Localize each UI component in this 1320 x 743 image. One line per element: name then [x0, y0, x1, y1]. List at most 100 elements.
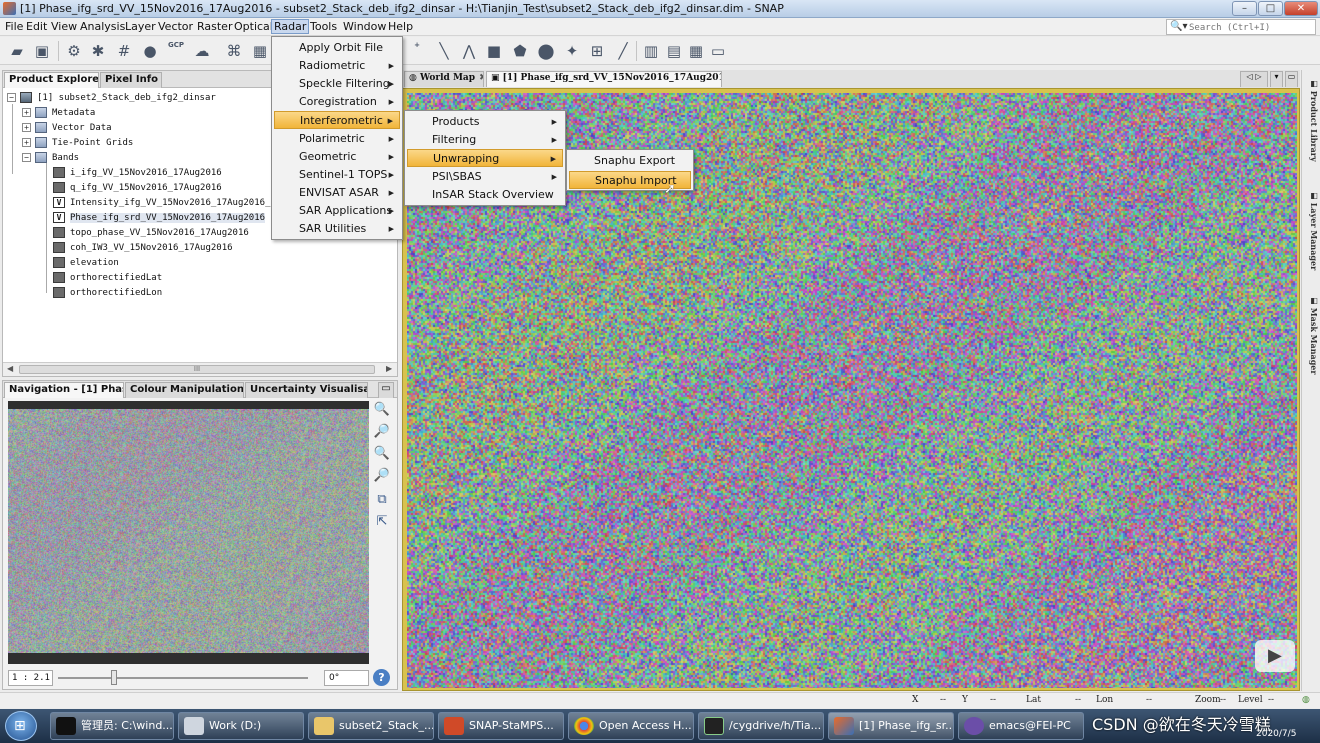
help-icon[interactable]: ? [373, 669, 390, 686]
navigation-preview-image[interactable] [8, 409, 369, 653]
menu-window[interactable]: Window [341, 20, 388, 35]
band-maths-icon[interactable]: ⚙ [64, 41, 84, 61]
menu-file[interactable]: File [3, 20, 25, 35]
zoom-all-icon[interactable]: 🔎 [373, 467, 391, 485]
gcp-tool-icon[interactable]: GCP [166, 41, 186, 61]
navigation-preview[interactable] [8, 401, 369, 664]
menu-item-apply-orbit-file[interactable]: Apply Orbit File [274, 39, 400, 57]
tab-layer-manager[interactable]: ◧ Layer Manager [1304, 190, 1319, 270]
tab-uncertainty-visualisation[interactable]: Uncertainty Visualisation [245, 382, 368, 398]
tile-single-icon[interactable]: ▭ [708, 41, 728, 61]
menu-view[interactable]: View [49, 20, 79, 35]
rectangle-tool-icon[interactable]: ■ [484, 41, 504, 61]
gcp-add-icon[interactable]: + [407, 41, 427, 61]
tree-folder-bands[interactable]: − Bands [22, 151, 79, 166]
menu-vector[interactable]: Vector [156, 20, 195, 35]
search-box[interactable]: 🔍▾ [1166, 19, 1316, 35]
task-emacs[interactable]: emacs@FEI-PC [958, 712, 1084, 740]
rotation-field[interactable]: 0° [324, 670, 369, 686]
grid-icon[interactable]: # [114, 41, 134, 61]
scroll-right-icon[interactable]: ▶ [386, 364, 392, 373]
tile-vertical-icon[interactable]: ▦ [686, 41, 706, 61]
tab-world-map[interactable]: ◍ World Map✖ [404, 71, 484, 87]
tree-folder-tie-point-grids[interactable]: + Tie-Point Grids [22, 136, 133, 151]
graph-builder-icon[interactable]: ✱ [88, 41, 108, 61]
tab-product-library[interactable]: ◧ Product Library [1304, 78, 1319, 162]
tree-band[interactable]: elevation [53, 256, 119, 271]
menu-layer[interactable]: Layer [123, 20, 158, 35]
sync-views-icon[interactable]: ⧉ [373, 491, 391, 509]
maximize-button[interactable]: □ [1258, 1, 1283, 16]
expand-icon[interactable]: + [22, 123, 31, 132]
cloud-icon[interactable]: ☁ [192, 41, 212, 61]
close-button[interactable]: ✕ [1284, 1, 1318, 16]
menu-item-filtering[interactable]: Filtering ▶ [407, 131, 563, 149]
polygon-tool-icon[interactable]: ⬟ [510, 41, 530, 61]
menu-item-speckle-filtering[interactable]: Speckle Filtering ▶ [274, 75, 400, 93]
menu-analysis[interactable]: Analysis [78, 20, 127, 35]
tree-band[interactable]: orthorectifiedLat [53, 271, 162, 286]
line-tool-icon[interactable]: ╲ [434, 41, 454, 61]
menu-item-insar-stack-overview[interactable]: InSAR Stack Overview [407, 186, 563, 204]
menu-item-coregistration[interactable]: Coregistration ▶ [274, 93, 400, 111]
menu-raster[interactable]: Raster [195, 20, 234, 35]
tab-pixel-info[interactable]: Pixel Info [100, 72, 162, 88]
tree-band[interactable]: V Intensity_ifg_VV_15Nov2016_17Aug2016_if… [53, 196, 287, 211]
task-explorer-work[interactable]: Work (D:) [178, 712, 304, 740]
scroll-tabs-icon[interactable]: ◁ ▷ [1240, 71, 1268, 87]
video-play-button[interactable]: ▶ [1255, 640, 1295, 672]
tile-horizontal-icon[interactable]: ▤ [664, 41, 684, 61]
minimize-panel-icon[interactable]: ▭ [378, 382, 394, 398]
menu-item-radiometric[interactable]: Radiometric ▶ [274, 57, 400, 75]
menu-edit[interactable]: Edit [24, 20, 49, 35]
maximize-view-icon[interactable]: ▭ [1285, 71, 1298, 87]
zoom-out-icon[interactable]: 🔎 [373, 423, 391, 441]
search-input[interactable] [1189, 21, 1313, 34]
matrix-icon[interactable]: ▦ [250, 41, 270, 61]
tree-product[interactable]: − [1] subset2_Stack_deb_ifg2_dinsar [7, 91, 216, 106]
zoom-factor-field[interactable]: 1 : 2.1 [8, 670, 53, 686]
tree-folder-vector-data[interactable]: + Vector Data [22, 121, 112, 136]
tree-band[interactable]: i_ifg_VV_15Nov2016_17Aug2016 [53, 166, 222, 181]
ellipse-tool-icon[interactable]: ⬤ [536, 41, 556, 61]
menu-item-psi-sbas[interactable]: PSI\SBAS ▶ [407, 168, 563, 186]
zoom-pixel-icon[interactable]: 🔍 [373, 445, 391, 463]
zoom-slider-handle[interactable] [111, 670, 117, 685]
menu-item-unwrapping[interactable]: Unwrapping ▶ [407, 149, 563, 167]
close-tab-icon[interactable]: ✖ [479, 73, 483, 83]
task-snap[interactable]: [1] Phase_ifg_sr... [828, 712, 954, 740]
save-product-icon[interactable]: ▣ [32, 41, 52, 61]
tree-band[interactable]: orthorectifiedLon [53, 286, 162, 301]
sync-cursor-icon[interactable]: ⇱ [373, 513, 391, 531]
task-folder[interactable]: subset2_Stack_... [308, 712, 434, 740]
tab-colour-manipulation[interactable]: Colour Manipulation - [··· [125, 382, 244, 398]
horizontal-scrollbar[interactable]: ◀ III ▶ [3, 362, 397, 376]
menu-item-sar-applications[interactable]: SAR Applications ▶ [274, 202, 400, 220]
menu-item-sar-utilities[interactable]: SAR Utilities ▶ [274, 220, 400, 238]
menu-item-interferometric[interactable]: Interferometric ▶ [274, 111, 400, 129]
range-finder-icon[interactable]: ⊞ [587, 41, 607, 61]
menu-item-geometric[interactable]: Geometric ▶ [274, 148, 400, 166]
menu-item-envisat-asar[interactable]: ENVISAT ASAR ▶ [274, 184, 400, 202]
menu-item-snaphu-export[interactable]: Snaphu Export [569, 152, 691, 170]
task-chrome[interactable]: Open Access H... [568, 712, 694, 740]
task-cmd[interactable]: 管理员: C:\wind... [50, 712, 174, 740]
menu-item-sentinel-1-tops[interactable]: Sentinel-1 TOPS ▶ [274, 166, 400, 184]
network-icon[interactable]: ⌘ [224, 41, 244, 61]
menu-item-products[interactable]: Products ▶ [407, 113, 563, 131]
tab-list-icon[interactable]: ▾ [1270, 71, 1283, 87]
task-cygwin[interactable]: /cygdrive/h/Tia... [698, 712, 824, 740]
expand-icon[interactable]: + [22, 138, 31, 147]
tree-band[interactable]: q_ifg_VV_15Nov2016_17Aug2016 [53, 181, 222, 196]
menu-optical[interactable]: Optical [232, 20, 275, 35]
tree-folder-metadata[interactable]: + Metadata [22, 106, 95, 121]
pin-tool-icon[interactable]: ╱ [613, 41, 633, 61]
menu-radar[interactable]: Radar [271, 19, 310, 34]
expand-icon[interactable]: + [22, 108, 31, 117]
tree-band[interactable]: topo_phase_VV_15Nov2016_17Aug2016 [53, 226, 249, 241]
tree-band-selected[interactable]: V Phase_ifg_srd_VV_15Nov2016_17Aug2016 [53, 211, 266, 226]
polyline-tool-icon[interactable]: ⋀ [459, 41, 479, 61]
batch-icon[interactable]: ● [140, 41, 160, 61]
tab-phase-image[interactable]: ▣ [1] Phase_ifg_srd_VV_15Nov2016_17Aug20… [486, 71, 722, 87]
zoom-in-icon[interactable]: 🔍 [373, 401, 391, 419]
